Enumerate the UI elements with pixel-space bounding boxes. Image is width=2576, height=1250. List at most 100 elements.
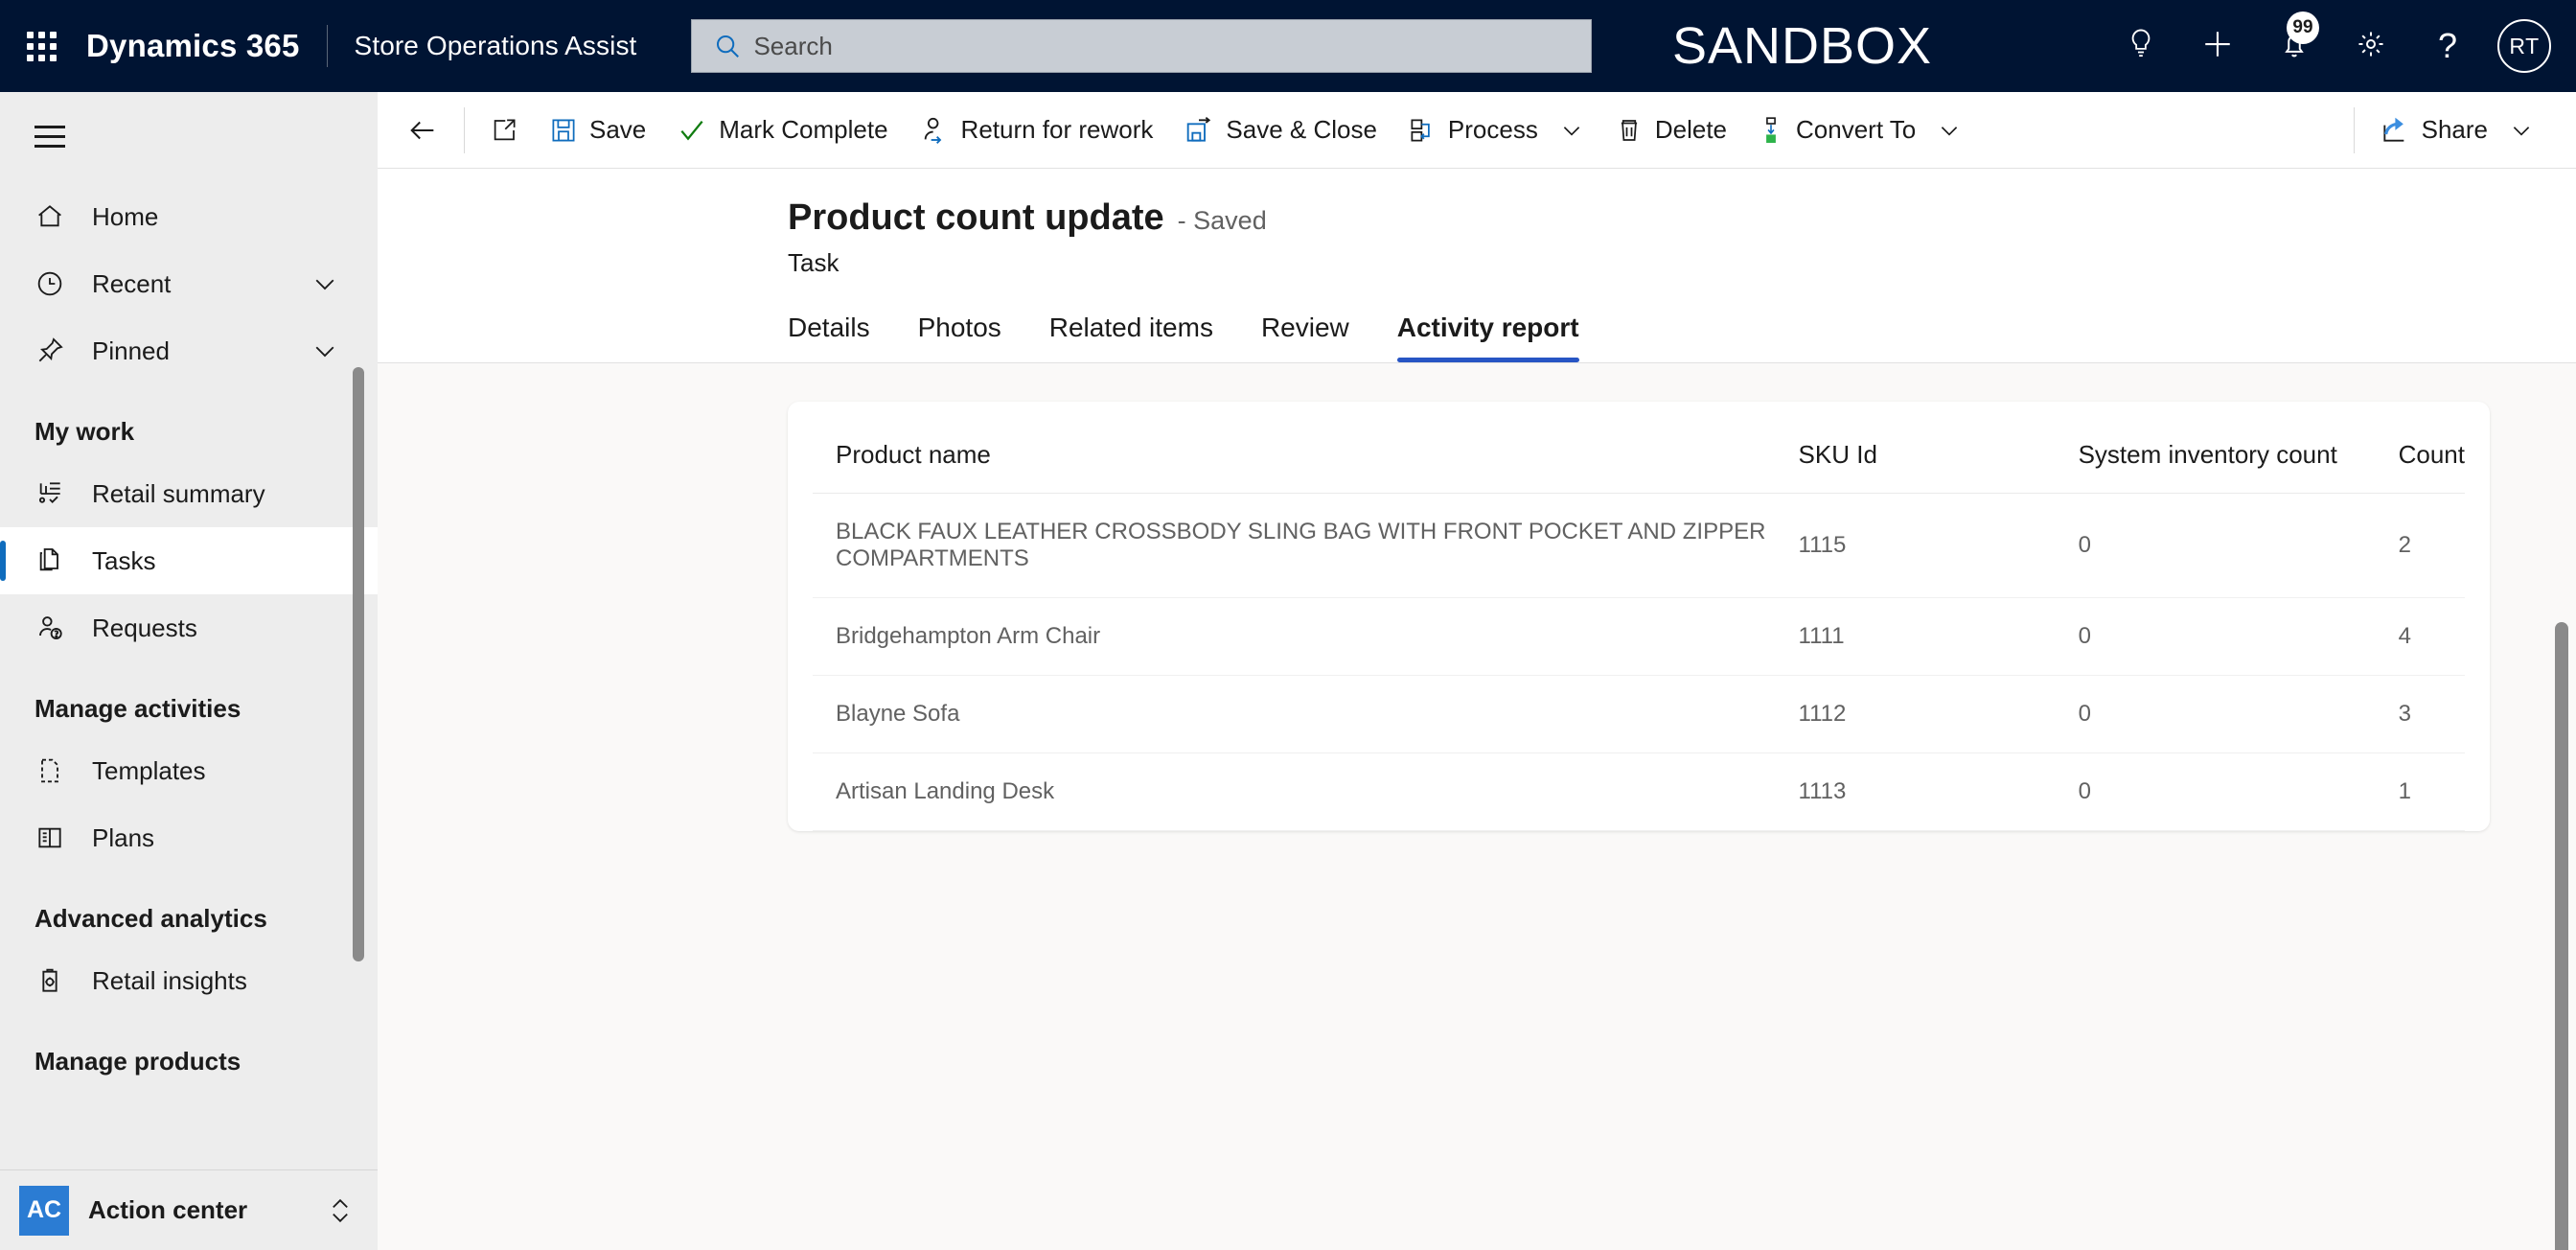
command-label: Mark Complete xyxy=(719,115,888,144)
chevron-down-icon[interactable] xyxy=(2509,118,2534,143)
sidebar-item-plans[interactable]: Plans xyxy=(0,804,378,871)
sidebar-item-tasks[interactable]: Tasks xyxy=(0,527,378,594)
command-label: Share xyxy=(2421,115,2488,144)
process-icon xyxy=(1411,119,1430,141)
sidebar-group-title: My work xyxy=(34,417,135,446)
chart-icon xyxy=(34,478,75,509)
sidebar-toggle-button[interactable] xyxy=(0,92,96,175)
table-body: BLACK FAUX LEATHER CROSSBODY SLING BAG W… xyxy=(813,493,2465,831)
column-header-product-name[interactable]: Product name xyxy=(813,402,1799,494)
popout-button[interactable] xyxy=(474,92,534,169)
notification-badge: 99 xyxy=(2287,12,2319,44)
action-center-footer[interactable]: AC Action center xyxy=(0,1169,378,1250)
cell-system-inventory-count: 0 xyxy=(2078,752,2399,831)
sidebar-item-label: Templates xyxy=(92,755,206,785)
clock-icon xyxy=(34,268,75,299)
command-divider xyxy=(464,106,465,153)
table-row[interactable]: Blayne Sofa 1112 0 3 xyxy=(813,675,2465,753)
cell-product-name: Blayne Sofa xyxy=(813,675,1799,753)
new-button[interactable] xyxy=(2179,0,2256,92)
hamburger-line xyxy=(34,145,65,148)
gear-icon xyxy=(2356,29,2386,64)
chevron-down-icon[interactable] xyxy=(1559,118,1584,143)
tab-activity-report[interactable]: Activity report xyxy=(1396,303,1579,362)
main-content: Save Mark Complete Return for rework Sav… xyxy=(378,92,2576,1250)
notifications-button[interactable]: 99 xyxy=(2256,0,2333,92)
command-label: Convert To xyxy=(1796,115,1917,144)
save-button[interactable]: Save xyxy=(534,92,661,169)
search-icon xyxy=(713,32,742,60)
record-title-line: Product count update - Saved xyxy=(788,197,2576,239)
command-label: Delete xyxy=(1654,115,1727,144)
cell-count: 3 xyxy=(2398,675,2465,753)
sidebar-item-recent[interactable]: Recent xyxy=(0,250,378,317)
chevron-down-icon[interactable] xyxy=(310,336,339,365)
chevron-up-down-icon[interactable] xyxy=(326,1193,355,1228)
sidebar-group-title: Manage activities xyxy=(34,694,242,723)
share-button[interactable]: Share xyxy=(2364,92,2549,169)
cell-count: 4 xyxy=(2398,597,2465,676)
save-close-icon xyxy=(1187,116,1211,142)
return-for-rework-button[interactable]: Return for rework xyxy=(904,92,1169,169)
lightbulb-button[interactable] xyxy=(2103,0,2179,92)
table-row[interactable]: Bridgehampton Arm Chair 1111 0 4 xyxy=(813,597,2465,676)
sidebar-group-title: Advanced analytics xyxy=(34,904,267,933)
plus-icon xyxy=(2201,28,2234,65)
sidebar-item-home[interactable]: Home xyxy=(0,183,378,250)
sidebar-item-label: Retail summary xyxy=(92,478,265,508)
main-scrollbar[interactable] xyxy=(2555,622,2568,1250)
template-icon xyxy=(34,755,75,786)
column-header-system-inventory-count[interactable]: System inventory count xyxy=(2078,402,2399,494)
checkmark-icon xyxy=(680,120,703,140)
command-label: Save & Close xyxy=(1226,115,1377,144)
tab-review[interactable]: Review xyxy=(1261,303,1349,362)
cell-system-inventory-count: 0 xyxy=(2078,493,2399,598)
hamburger-line xyxy=(34,135,65,138)
help-button[interactable]: ? xyxy=(2409,0,2486,92)
sidebar-scroll-area: Home Recent Pinned My work Retail summar… xyxy=(0,175,378,1169)
cell-sku-id: 1111 xyxy=(1798,597,2079,676)
sidebar-scrollbar[interactable] xyxy=(353,367,364,961)
home-icon xyxy=(34,201,75,232)
search-container: Search xyxy=(691,19,1593,73)
tab-related-items[interactable]: Related items xyxy=(1049,303,1213,362)
share-icon xyxy=(2383,117,2404,142)
tab-photos[interactable]: Photos xyxy=(918,303,1001,362)
table-row[interactable]: BLACK FAUX LEATHER CROSSBODY SLING BAG W… xyxy=(813,493,2465,598)
delete-button[interactable]: Delete xyxy=(1599,92,1742,169)
convert-to-button[interactable]: Convert To xyxy=(1742,92,1977,169)
save-icon xyxy=(552,119,575,141)
table-row[interactable]: Artisan Landing Desk 1113 0 1 xyxy=(813,752,2465,831)
cell-count: 1 xyxy=(2398,752,2465,831)
tab-details[interactable]: Details xyxy=(788,303,870,362)
back-button[interactable] xyxy=(391,92,454,169)
command-divider xyxy=(2353,106,2355,153)
page-title: Product count update xyxy=(788,197,1164,238)
sidebar-item-retail-insights[interactable]: Retail insights xyxy=(0,947,378,1014)
command-label: Return for rework xyxy=(960,115,1154,144)
settings-button[interactable] xyxy=(2333,0,2409,92)
sidebar-item-label: Tasks xyxy=(92,545,156,575)
sidebar-item-pinned[interactable]: Pinned xyxy=(0,317,378,384)
mark-complete-button[interactable]: Mark Complete xyxy=(661,92,903,169)
cell-system-inventory-count: 0 xyxy=(2078,597,2399,676)
process-button[interactable]: Process xyxy=(1392,92,1599,169)
sidebar-item-templates[interactable]: Templates xyxy=(0,737,378,804)
brand-title[interactable]: Dynamics 365 xyxy=(82,28,327,64)
column-header-count[interactable]: Count xyxy=(2398,402,2465,494)
lightbulb-icon xyxy=(2127,28,2155,65)
cell-sku-id: 1112 xyxy=(1798,675,2079,753)
app-launcher-button[interactable] xyxy=(0,0,82,92)
command-label: Process xyxy=(1447,115,1538,144)
save-and-close-button[interactable]: Save & Close xyxy=(1168,92,1392,169)
sidebar: Home Recent Pinned My work Retail summar… xyxy=(0,92,378,1250)
sidebar-item-retail-summary[interactable]: Retail summary xyxy=(0,460,378,527)
avatar[interactable]: RT xyxy=(2497,19,2551,73)
sidebar-item-label: Recent xyxy=(92,268,172,298)
chevron-down-icon[interactable] xyxy=(310,269,339,298)
chevron-down-icon[interactable] xyxy=(1937,118,1962,143)
search-input[interactable]: Search xyxy=(691,19,1593,73)
sidebar-item-requests[interactable]: Requests xyxy=(0,594,378,661)
app-name[interactable]: Store Operations Assist xyxy=(328,31,637,61)
column-header-sku-id[interactable]: SKU Id xyxy=(1798,402,2079,494)
